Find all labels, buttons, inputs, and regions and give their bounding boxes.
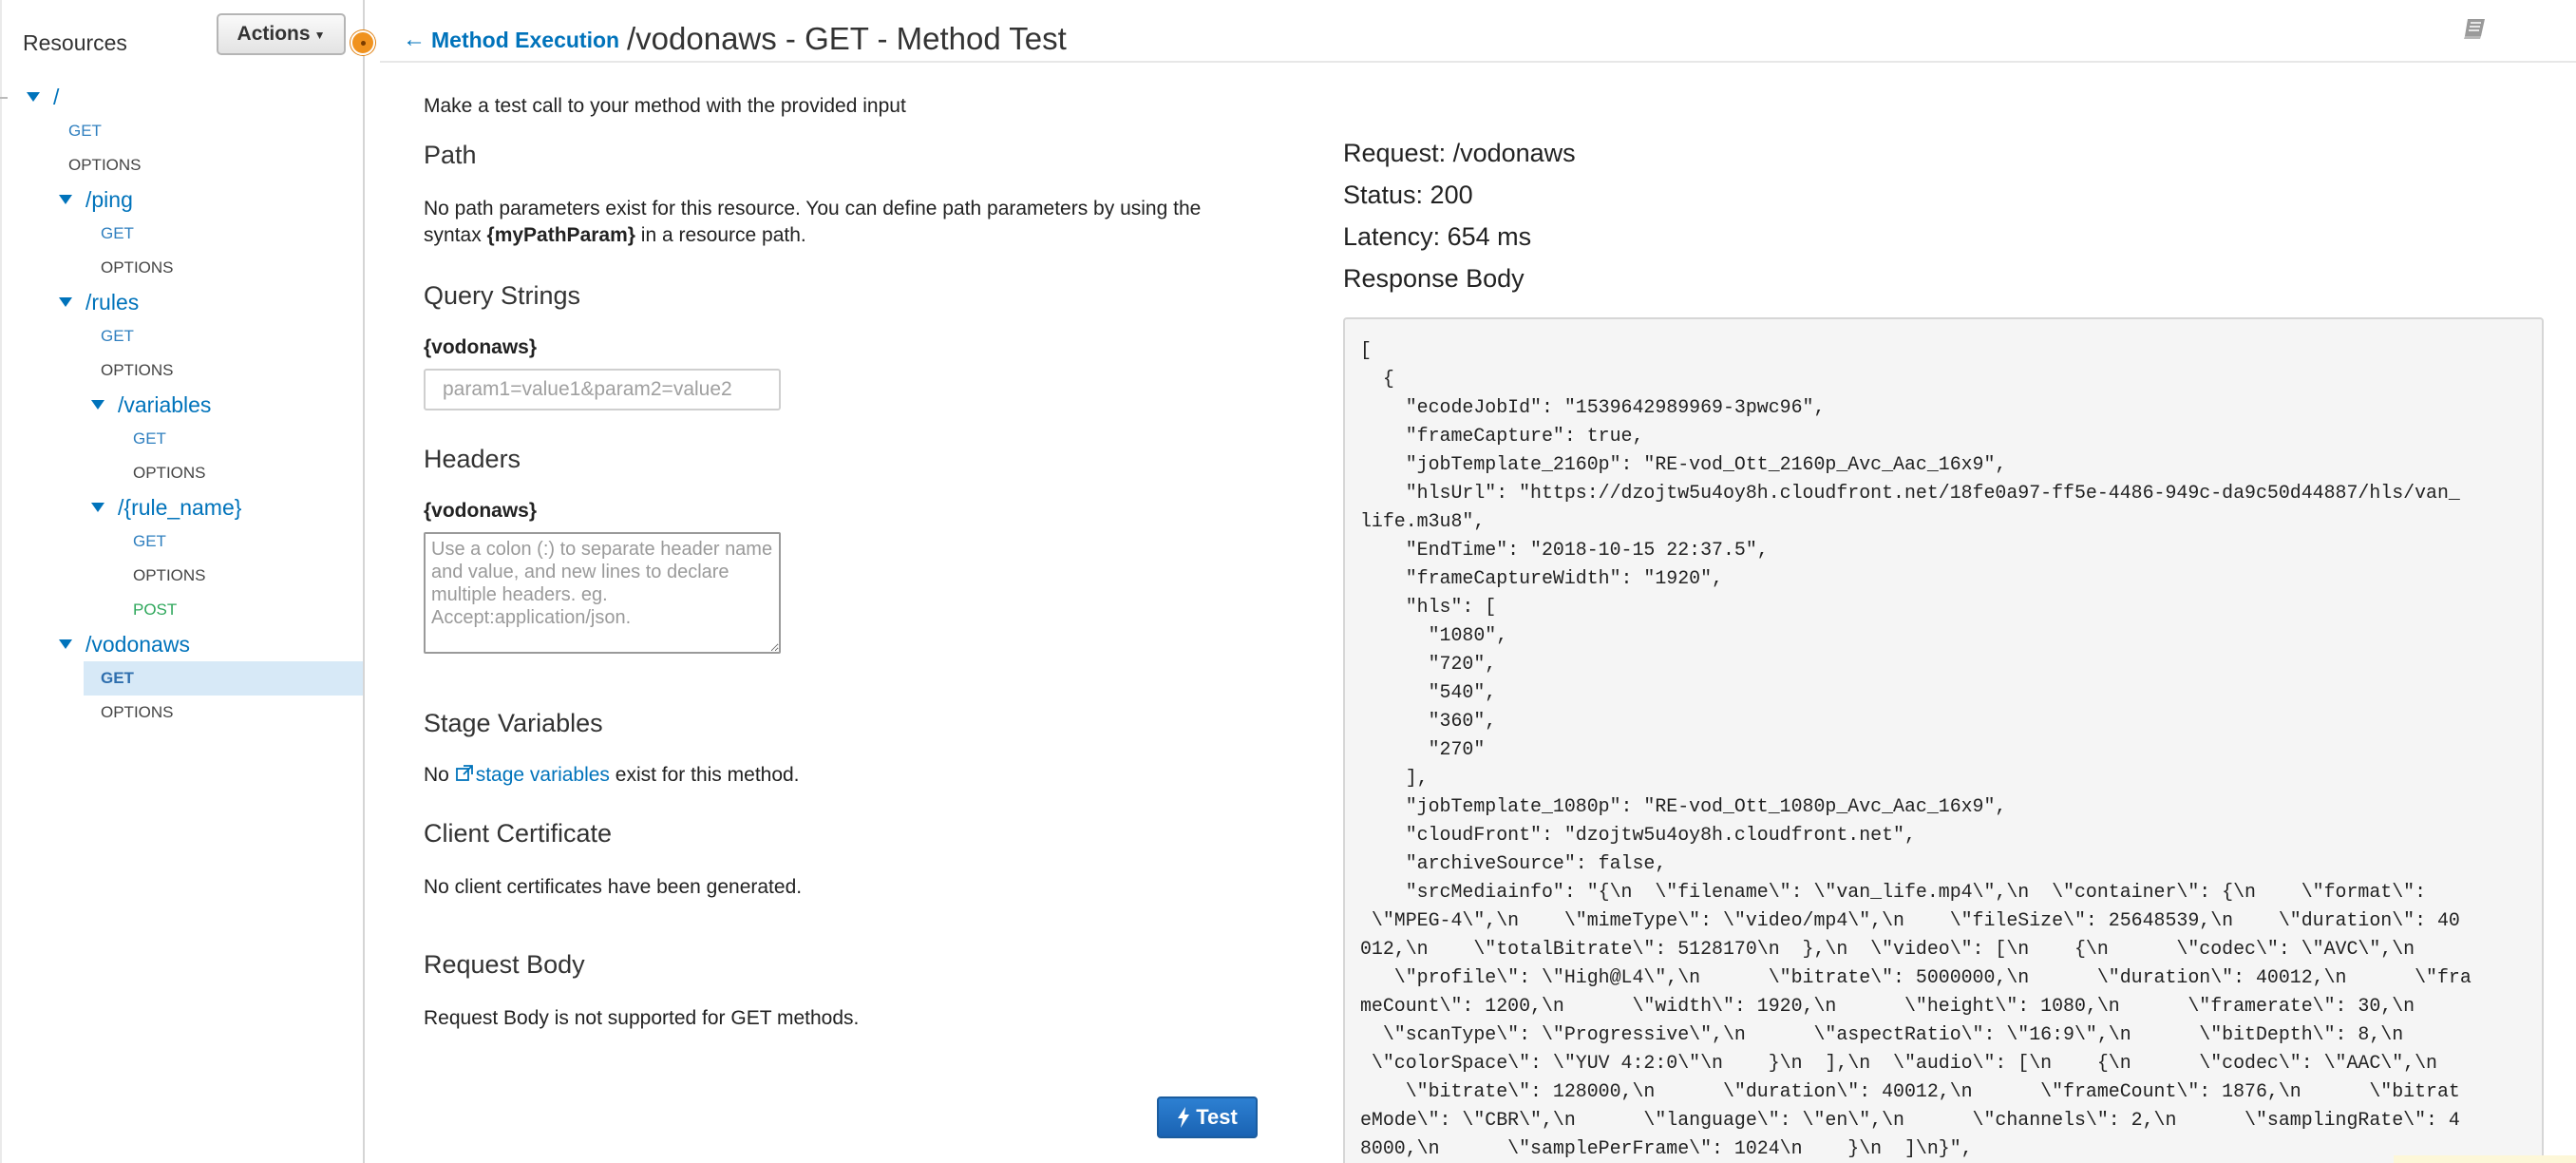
resource-variables[interactable]: /variables bbox=[91, 388, 211, 422]
response-latency: Latency: 654 ms bbox=[1343, 222, 1532, 251]
method-options-root[interactable]: OPTIONS bbox=[68, 148, 142, 182]
resource-label: /vodonaws bbox=[85, 631, 190, 657]
resource-label: /rules bbox=[85, 289, 140, 315]
stage-variables-text: No stage variables exist for this method… bbox=[424, 764, 800, 787]
stage-variables-link[interactable]: stage variables bbox=[455, 764, 610, 786]
sidebar-edge-tick bbox=[0, 97, 8, 99]
response-body-title: Response Body bbox=[1343, 264, 1525, 293]
response-request: Request: /vodonaws bbox=[1343, 139, 1576, 167]
method-options-rules[interactable]: OPTIONS bbox=[101, 353, 174, 388]
expand-triangle-icon bbox=[27, 92, 40, 102]
bottom-hint-strip bbox=[2394, 1155, 2576, 1163]
method-options-ping[interactable]: OPTIONS bbox=[101, 251, 174, 285]
method-options-rule-name[interactable]: OPTIONS bbox=[133, 559, 206, 593]
expand-triangle-icon bbox=[91, 503, 104, 512]
sidebar-left-edge bbox=[0, 0, 2, 1163]
resource-ping[interactable]: /ping bbox=[59, 182, 133, 217]
resource-root[interactable]: / bbox=[27, 80, 59, 114]
bolt-icon bbox=[1178, 1107, 1190, 1128]
query-strings-section-title: Query Strings bbox=[424, 281, 581, 310]
method-get-variables[interactable]: GET bbox=[133, 422, 166, 456]
resource-vodonaws[interactable]: /vodonaws bbox=[59, 627, 190, 661]
notification-dot-icon[interactable] bbox=[350, 30, 375, 55]
book-icon[interactable] bbox=[2462, 17, 2487, 40]
path-text-pre: syntax bbox=[424, 224, 487, 246]
method-get-rules[interactable]: GET bbox=[101, 319, 134, 353]
query-strings-input[interactable] bbox=[424, 369, 781, 410]
resource-label: /ping bbox=[85, 186, 133, 212]
header-divider bbox=[380, 61, 2576, 63]
actions-button[interactable]: Actions ▼ bbox=[217, 13, 346, 55]
headers-param-label: {vodonaws} bbox=[424, 500, 538, 522]
back-link-label: Method Execution bbox=[431, 27, 620, 52]
method-post-rule-name[interactable]: POST bbox=[133, 593, 177, 627]
expand-triangle-icon bbox=[59, 195, 72, 204]
client-certificate-text: No client certificates have been generat… bbox=[424, 876, 803, 898]
method-get-vodonaws[interactable]: GET bbox=[101, 661, 134, 696]
request-body-text: Request Body is not supported for GET me… bbox=[424, 1007, 860, 1029]
stage-variables-post: exist for this method. bbox=[609, 764, 800, 786]
arrow-left-icon: ← bbox=[403, 27, 426, 52]
expand-triangle-icon bbox=[59, 297, 72, 307]
resource-rule-name[interactable]: /{rule_name} bbox=[91, 490, 241, 524]
method-get-root[interactable]: GET bbox=[68, 114, 102, 148]
query-param-label: {vodonaws} bbox=[424, 336, 538, 358]
stage-variables-link-label: stage variables bbox=[475, 764, 610, 786]
method-options-variables[interactable]: OPTIONS bbox=[133, 456, 206, 490]
response-status: Status: 200 bbox=[1343, 181, 1473, 209]
method-options-vodonaws[interactable]: OPTIONS bbox=[101, 696, 174, 730]
expand-triangle-icon bbox=[59, 639, 72, 649]
path-description-line2: syntax {myPathParam} in a resource path. bbox=[424, 224, 806, 247]
resource-rules[interactable]: /rules bbox=[59, 285, 139, 319]
method-execution-back-link[interactable]: ← Method Execution bbox=[403, 27, 619, 53]
resource-label: /{rule_name} bbox=[118, 494, 242, 520]
path-param-syntax: {myPathParam} bbox=[486, 224, 635, 246]
expand-triangle-icon bbox=[91, 400, 104, 410]
resources-title: Resources bbox=[23, 30, 127, 55]
external-link-icon bbox=[455, 765, 473, 781]
method-get-ping[interactable]: GET bbox=[101, 217, 134, 251]
client-certificate-section-title: Client Certificate bbox=[424, 819, 613, 848]
test-button-label: Test bbox=[1196, 1105, 1238, 1129]
path-section-title: Path bbox=[424, 141, 477, 169]
request-body-section-title: Request Body bbox=[424, 950, 585, 979]
response-body-text: [ { "ecodeJobId": "1539642989969-3pwc96"… bbox=[1360, 339, 2472, 1159]
stage-variables-section-title: Stage Variables bbox=[424, 709, 603, 737]
resource-label: /variables bbox=[118, 391, 212, 417]
page-title: /vodonaws - GET - Method Test bbox=[627, 21, 1067, 56]
path-description-line1: No path parameters exist for this resour… bbox=[424, 198, 1202, 219]
method-get-rule-name[interactable]: GET bbox=[133, 524, 166, 559]
headers-section-title: Headers bbox=[424, 445, 521, 473]
resource-label: / bbox=[53, 84, 60, 109]
stage-variables-pre: No bbox=[424, 764, 455, 786]
actions-button-label: Actions bbox=[237, 23, 311, 45]
resources-sidebar: Resources Actions ▼ / GET OPTIONS /ping … bbox=[0, 0, 365, 1163]
test-intro-text: Make a test call to your method with the… bbox=[424, 95, 906, 117]
response-body-box[interactable]: [ { "ecodeJobId": "1539642989969-3pwc96"… bbox=[1343, 317, 2544, 1163]
test-button[interactable]: Test bbox=[1157, 1096, 1258, 1138]
headers-textarea[interactable] bbox=[424, 532, 781, 654]
path-text-post: in a resource path. bbox=[635, 224, 806, 246]
caret-down-icon: ▼ bbox=[313, 29, 326, 42]
